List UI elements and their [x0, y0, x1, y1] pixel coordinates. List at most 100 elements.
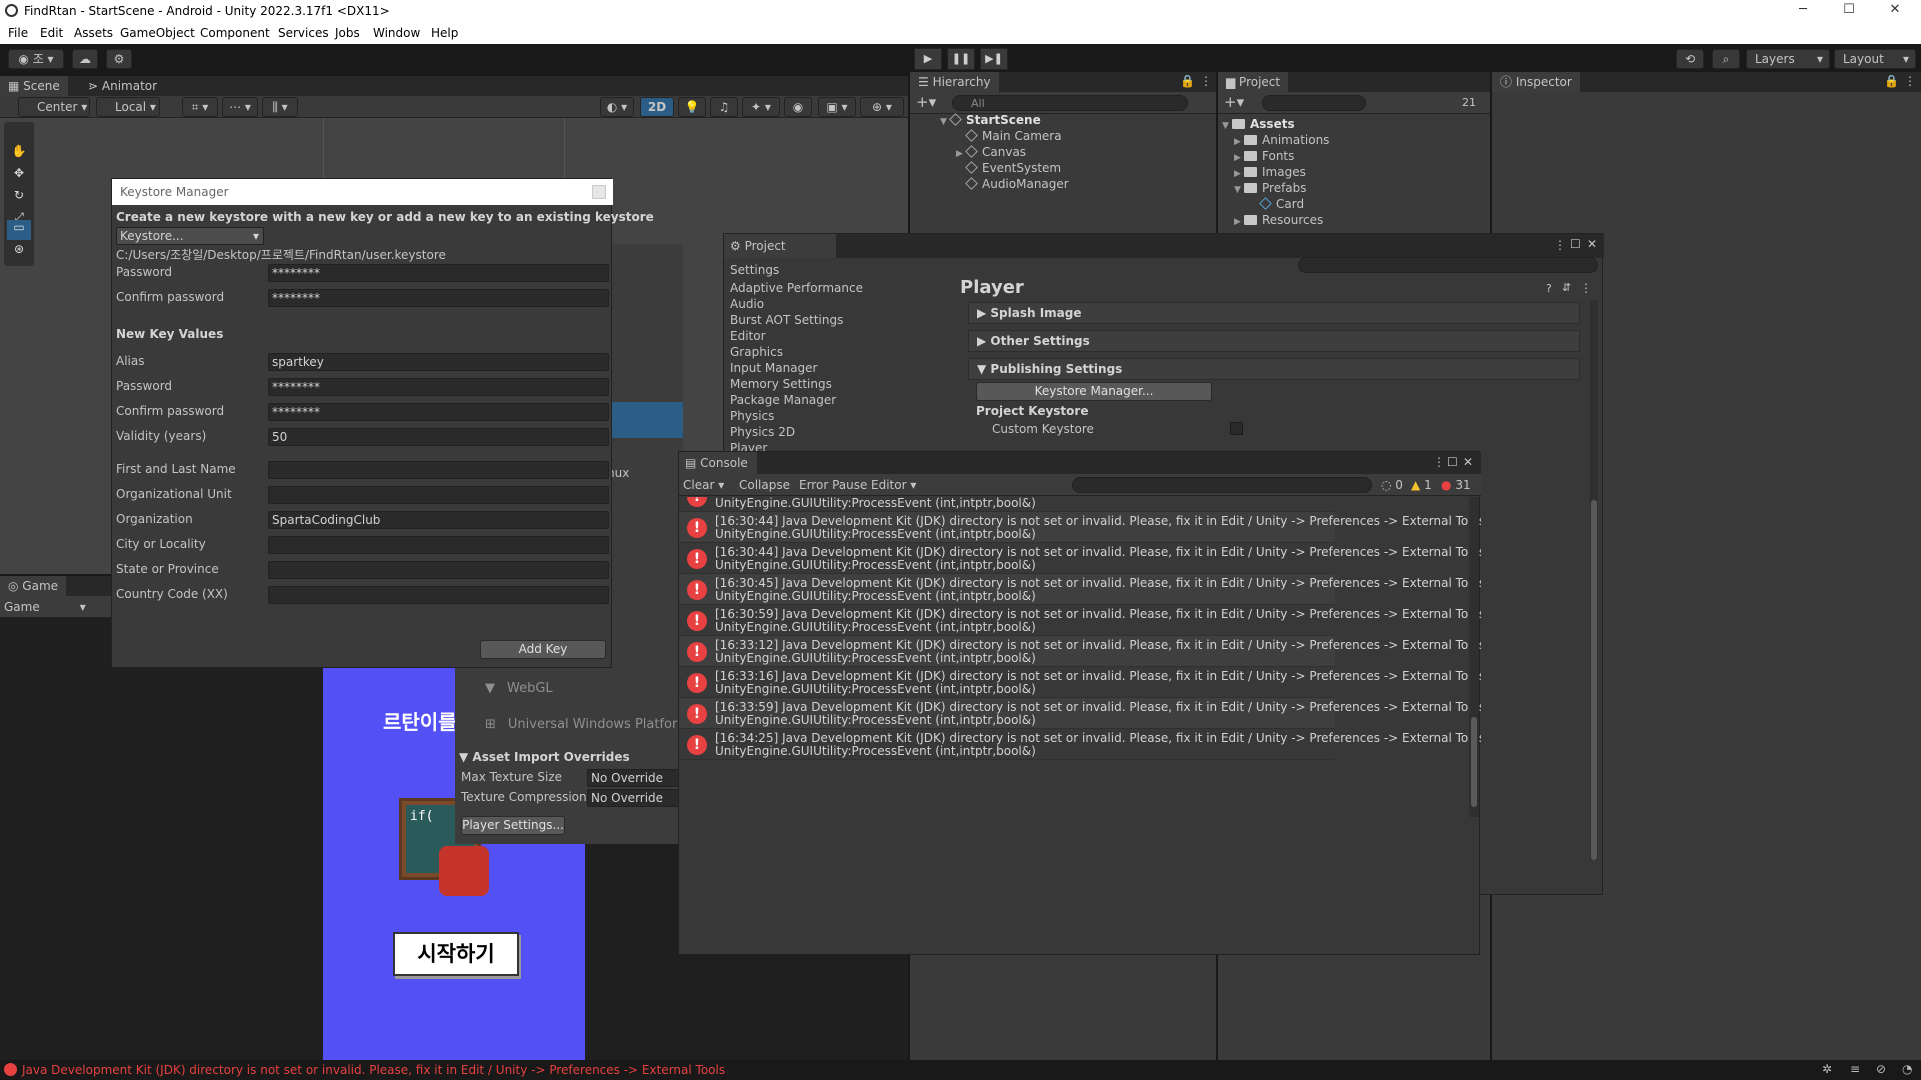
- project-folder[interactable]: ▶ Images: [1234, 165, 1306, 179]
- start-button[interactable]: 시작하기: [393, 932, 519, 976]
- tab-project-settings[interactable]: ⚙ Project Settings: [724, 234, 836, 277]
- hierarchy-item[interactable]: AudioManager: [965, 177, 1069, 191]
- console-entry[interactable]: ! [16:33:12] Java Development Kit (JDK) d…: [679, 636, 1481, 667]
- splash-image-section[interactable]: ▶ Splash Image: [968, 302, 1580, 324]
- console-entry[interactable]: ! [16:33:16] Java Development Kit (JDK) d…: [679, 667, 1481, 698]
- custom-keystore-checkbox[interactable]: [1230, 422, 1243, 435]
- menu-jobs[interactable]: Jobs: [335, 26, 360, 40]
- category-item[interactable]: Physics 2D: [730, 425, 795, 439]
- add-icon[interactable]: +▾: [916, 93, 936, 111]
- platform-webgl[interactable]: ▼ WebGL: [485, 681, 553, 696]
- console-entry[interactable]: ! [16:34:25] Java Development Kit (JDK) d…: [679, 729, 1481, 760]
- keystore-dropdown[interactable]: Keystore... ▾: [116, 227, 264, 245]
- error-count-toggle[interactable]: ● 31: [1441, 478, 1471, 492]
- preset-icon[interactable]: ⇵: [1562, 281, 1571, 294]
- 2d-toggle[interactable]: 2D: [640, 97, 674, 117]
- bug-report-icon[interactable]: ✲: [1822, 1062, 1832, 1076]
- organization-field[interactable]: SpartaCodingClub: [268, 511, 609, 529]
- platform-uwp[interactable]: ⊞ Universal Windows Platform: [485, 717, 690, 732]
- cache-icon[interactable]: ≡: [1850, 1062, 1860, 1076]
- pause-icon[interactable]: ❚❚: [947, 48, 975, 70]
- alias-field[interactable]: spartkey: [268, 353, 609, 371]
- other-settings-section[interactable]: ▶ Other Settings: [968, 330, 1580, 352]
- keystore-manager-button[interactable]: Keystore Manager...: [976, 382, 1212, 401]
- ps-close-icon[interactable]: ✕: [1587, 237, 1597, 251]
- state-field[interactable]: [268, 561, 609, 579]
- effects-icon[interactable]: ✦ ▾: [742, 97, 780, 117]
- key-password-field[interactable]: ********: [268, 378, 609, 396]
- move-tool-icon[interactable]: ✥: [7, 166, 31, 186]
- category-item[interactable]: Adaptive Performance: [730, 281, 863, 295]
- inspector-menu-icon[interactable]: ⋮: [1904, 74, 1916, 88]
- tab-game[interactable]: ◎ Game: [0, 576, 67, 596]
- console-search-input[interactable]: [1072, 477, 1372, 493]
- camera-icon[interactable]: ▣ ▾: [818, 97, 856, 117]
- kebab-menu-icon[interactable]: ⋮: [1200, 74, 1212, 88]
- category-item[interactable]: Editor: [730, 329, 766, 343]
- transform-tool-icon[interactable]: ⊛: [7, 242, 31, 262]
- editor-dropdown[interactable]: Editor ▾: [871, 478, 916, 492]
- prefab-item[interactable]: Card: [1259, 197, 1304, 211]
- warning-count-toggle[interactable]: ▲ 1: [1411, 478, 1432, 492]
- menu-assets[interactable]: Assets: [74, 26, 113, 40]
- assets-root[interactable]: ▼ Assets: [1222, 117, 1295, 131]
- project-folder[interactable]: ▶ Resources: [1234, 213, 1323, 227]
- add-key-button[interactable]: Add Key: [480, 640, 606, 659]
- keystore-confirm-field[interactable]: ********: [268, 289, 609, 307]
- project-folder[interactable]: ▼ Prefabs: [1234, 181, 1307, 195]
- project-search-input[interactable]: [1262, 95, 1366, 111]
- layers-dropdown[interactable]: Layers ▾: [1746, 49, 1830, 69]
- player-settings-button[interactable]: Player Settings...: [461, 816, 565, 835]
- settings-scrollbar-thumb[interactable]: [1591, 500, 1597, 860]
- gizmos-icon[interactable]: ⊕ ▾: [860, 97, 904, 117]
- hierarchy-search-input[interactable]: All: [952, 95, 1188, 111]
- ps-menu-icon[interactable]: ⋮: [1554, 238, 1566, 252]
- scene-root[interactable]: ▼ StartScene: [940, 113, 1041, 127]
- category-item[interactable]: Memory Settings: [730, 377, 832, 391]
- pivot-dropdown[interactable]: Center ▾: [18, 97, 90, 117]
- error-pause-button[interactable]: Error Pause: [799, 478, 867, 492]
- collab-icon[interactable]: ⚙: [106, 49, 132, 69]
- snap-increment-icon[interactable]: ⋯ ▾: [222, 97, 258, 117]
- keystore-password-field[interactable]: ********: [268, 264, 609, 282]
- publishing-settings-section[interactable]: ▼ Publishing Settings: [968, 358, 1580, 380]
- auto-refresh-icon[interactable]: ⊘: [1876, 1062, 1886, 1076]
- tab-animator[interactable]: ⋗ Animator: [80, 76, 165, 96]
- tab-console[interactable]: ▤ Console: [679, 452, 757, 474]
- console-entry[interactable]: ! [16:30:44] Java Development Kit (JDK) d…: [679, 512, 1481, 543]
- org-unit-field[interactable]: [268, 486, 609, 504]
- category-item[interactable]: Burst AOT Settings: [730, 313, 843, 327]
- console-scrollbar[interactable]: [1469, 497, 1479, 817]
- asset-import-overrides-header[interactable]: ▼ Asset Import Overrides: [459, 750, 630, 764]
- game-view-dropdown[interactable]: Game ▾: [4, 600, 86, 614]
- rect-tool-icon[interactable]: ▭: [7, 220, 31, 240]
- project-folder[interactable]: ▶ Fonts: [1234, 149, 1294, 163]
- close-window-icon[interactable]: ✕: [1872, 0, 1918, 22]
- console-entry[interactable]: ! [16:33:59] Java Development Kit (JDK) d…: [679, 698, 1481, 729]
- minimize-icon[interactable]: ─: [1780, 0, 1826, 22]
- clear-button[interactable]: Clear ▾: [683, 478, 724, 492]
- keystore-close-icon[interactable]: [592, 185, 606, 199]
- category-item[interactable]: Physics: [730, 409, 774, 423]
- rotate-tool-icon[interactable]: ↻: [7, 188, 31, 208]
- play-icon[interactable]: ▶: [914, 48, 942, 70]
- lock-icon[interactable]: 🔒: [1180, 74, 1195, 88]
- menu-window[interactable]: Window: [373, 26, 420, 40]
- inspector-lock-icon[interactable]: 🔒: [1884, 74, 1899, 88]
- maximize-icon[interactable]: ☐: [1826, 0, 1872, 22]
- texture-compression-dropdown[interactable]: No Override: [587, 789, 683, 807]
- menu-help[interactable]: Help: [431, 26, 458, 40]
- console-maximize-icon[interactable]: ☐: [1447, 455, 1458, 469]
- city-field[interactable]: [268, 536, 609, 554]
- tab-inspector[interactable]: ⓘ Inspector: [1492, 72, 1580, 92]
- category-item[interactable]: Audio: [730, 297, 764, 311]
- tab-project[interactable]: ▆ Project: [1218, 72, 1289, 92]
- hierarchy-item[interactable]: ▶ Canvas: [956, 145, 1026, 159]
- project-settings-search[interactable]: [1298, 257, 1598, 273]
- menu-gameobject[interactable]: GameObject: [120, 26, 195, 40]
- visibility-icon[interactable]: ◉: [784, 97, 812, 117]
- console-entry-partial[interactable]: ! UnityEngine.GUIUtility:ProcessEvent (in…: [679, 497, 1335, 512]
- category-item[interactable]: Graphics: [730, 345, 783, 359]
- menu-edit[interactable]: Edit: [40, 26, 63, 40]
- collapse-button[interactable]: Collapse: [739, 478, 790, 492]
